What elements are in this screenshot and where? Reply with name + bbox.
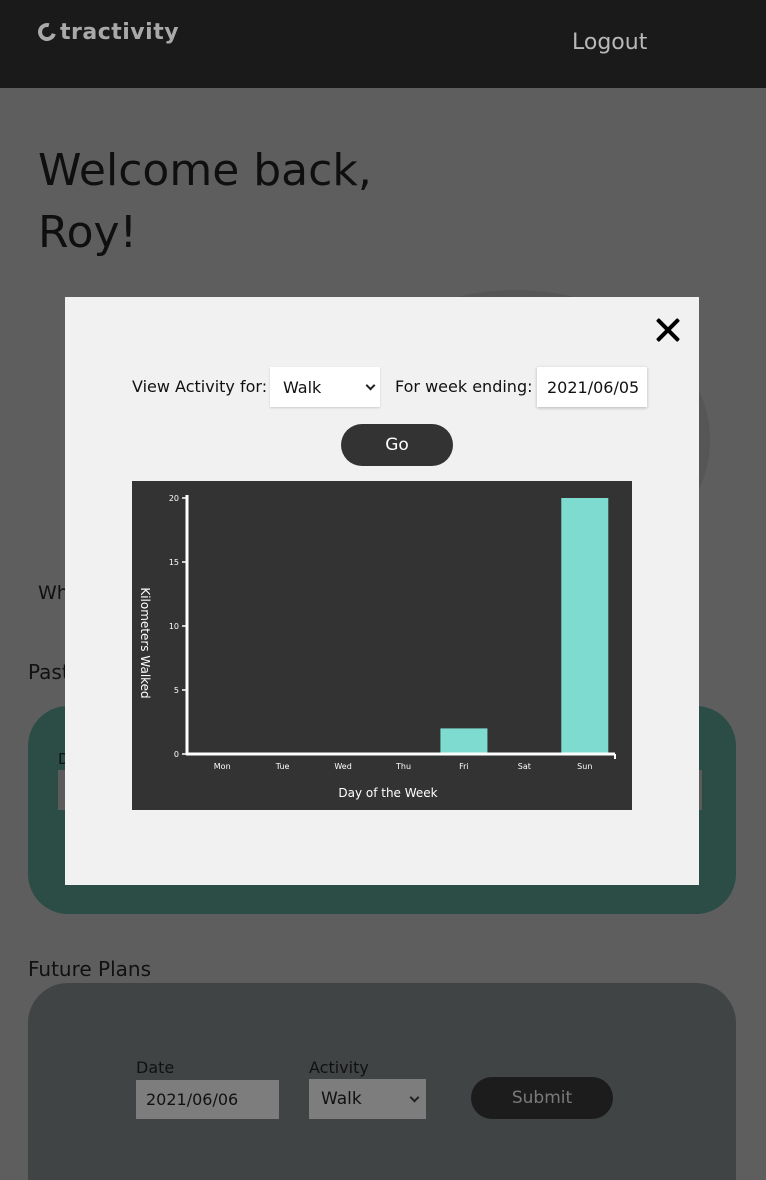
welcome-heading: Welcome back, Roy! xyxy=(38,140,438,264)
app-logo[interactable]: tractivity xyxy=(34,18,180,46)
go-button[interactable]: Go xyxy=(341,424,453,466)
activity-modal: View Activity for: Walk For week ending:… xyxy=(65,297,699,885)
top-bar: tractivity Logout xyxy=(0,0,766,88)
chevron-down-icon xyxy=(409,1092,420,1102)
activity-chart: 0 5 10 15 20 Mon Tue Wed Thu Fri Sat Sun Day of the … xyxy=(132,481,632,810)
x-tick-label: Tue xyxy=(275,762,290,771)
x-axis-label: Day of the Week xyxy=(338,786,437,800)
submit-button[interactable]: Submit xyxy=(471,1077,613,1119)
week-ending-input[interactable]: 2021/06/05 xyxy=(537,367,647,407)
x-tick-label: Mon xyxy=(214,762,231,771)
logo-icon xyxy=(34,19,60,45)
future-activity-value: Walk xyxy=(321,1089,362,1109)
past-section-title: Past xyxy=(28,660,70,684)
view-activity-label: View Activity for: xyxy=(132,377,268,396)
welcome-line: Welcome back, xyxy=(38,145,372,196)
week-ending-label: For week ending: xyxy=(395,377,533,396)
close-icon[interactable] xyxy=(655,317,681,343)
activity-select[interactable]: Walk xyxy=(270,367,380,407)
y-axis-label: Kilometers Walked xyxy=(138,587,152,698)
future-date-label: Date xyxy=(136,1058,175,1077)
x-tick-label: Sat xyxy=(518,762,531,771)
x-tick-label: Thu xyxy=(395,762,411,771)
x-tick-label: Wed xyxy=(334,762,351,771)
future-activity-label: Activity xyxy=(309,1058,369,1077)
y-tick-label: 5 xyxy=(174,686,179,695)
chart-svg: 0 5 10 15 20 Mon Tue Wed Thu Fri Sat Sun Day of the … xyxy=(138,494,616,800)
chart-bar xyxy=(561,498,609,754)
future-plans-title: Future Plans xyxy=(28,957,152,981)
future-date-input[interactable]: 2021/06/06 xyxy=(136,1080,279,1119)
chart-bar xyxy=(440,728,488,754)
activity-select-value: Walk xyxy=(283,377,322,397)
x-tick-label: Sun xyxy=(577,762,592,771)
y-tick-label: 20 xyxy=(169,494,179,503)
future-activity-select[interactable]: Walk xyxy=(309,1079,426,1119)
x-tick-label: Fri xyxy=(459,762,469,771)
y-tick-label: 0 xyxy=(174,750,179,759)
y-tick-label: 15 xyxy=(169,558,179,567)
chevron-down-icon xyxy=(365,380,376,390)
user-name: Roy! xyxy=(38,207,138,258)
logout-link[interactable]: Logout xyxy=(572,30,647,55)
y-tick-label: 10 xyxy=(169,622,179,631)
logo-text: tractivity xyxy=(60,19,180,45)
